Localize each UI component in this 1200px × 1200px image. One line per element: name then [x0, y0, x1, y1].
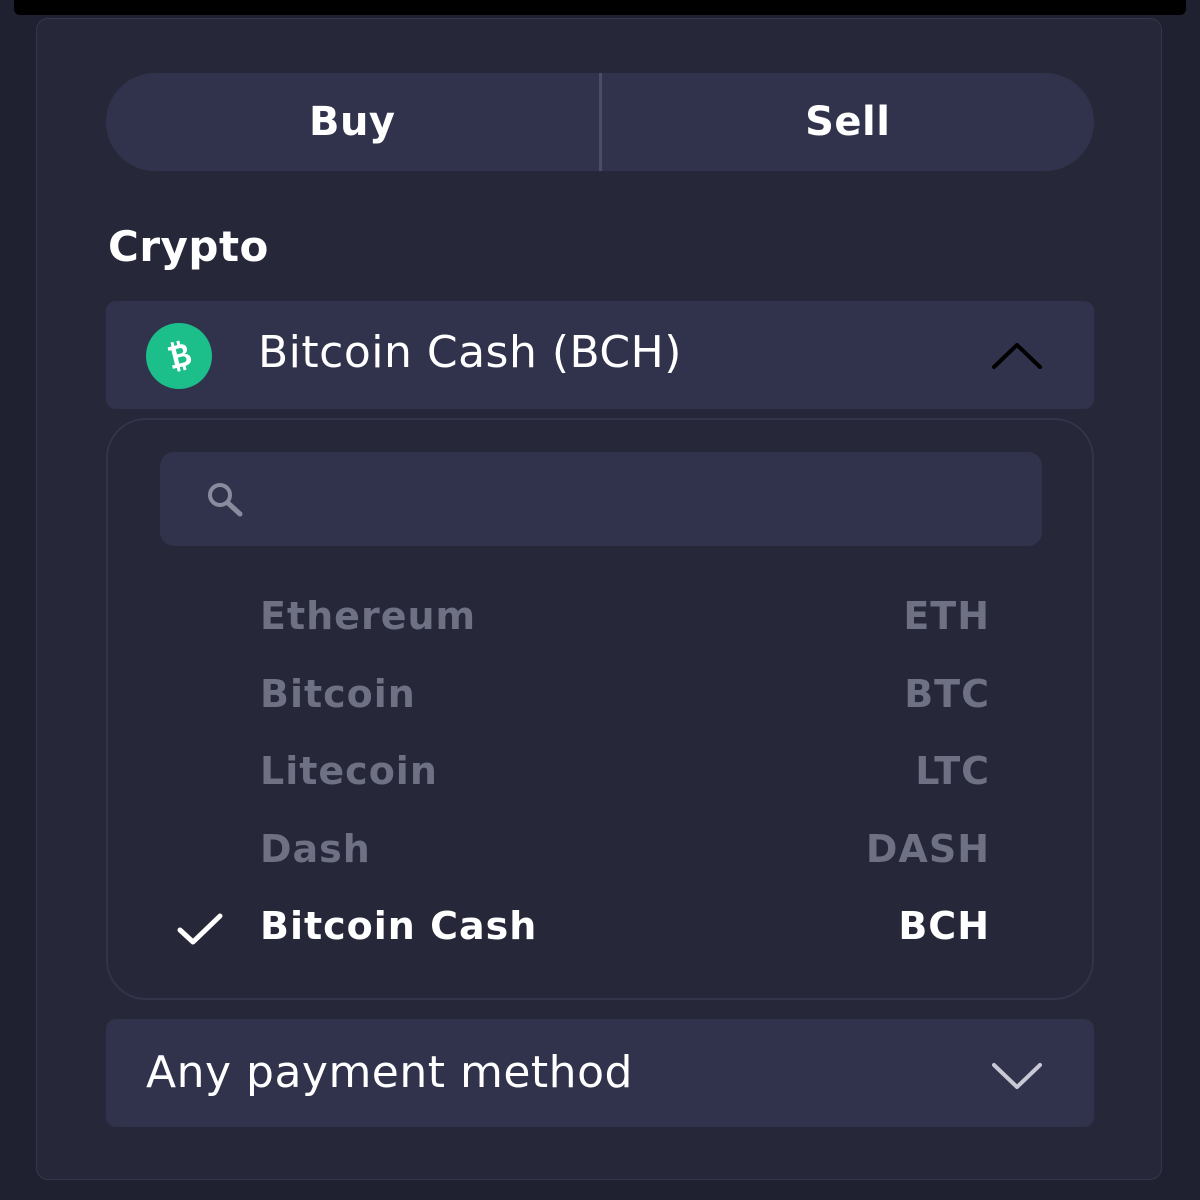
option-name: Bitcoin	[260, 672, 416, 716]
chevron-up-icon	[992, 343, 1042, 369]
option-name: Ethereum	[260, 594, 477, 638]
bitcoin-cash-logo-icon	[146, 323, 212, 389]
option-name: Litecoin	[260, 749, 438, 793]
top-bar	[14, 0, 1186, 15]
option-code: ETH	[903, 594, 990, 638]
list-item-litecoin[interactable]: Litecoin LTC	[108, 735, 1092, 813]
list-item-dash[interactable]: Dash DASH	[108, 813, 1092, 891]
crypto-search-box[interactable]	[160, 452, 1042, 548]
list-item-ethereum[interactable]: Ethereum ETH	[108, 580, 1092, 658]
buy-sell-toggle: Buy Sell	[106, 73, 1094, 171]
crypto-section-label: Crypto	[108, 222, 269, 271]
option-code: LTC	[915, 749, 990, 793]
list-item-bitcoin[interactable]: Bitcoin BTC	[108, 658, 1092, 736]
payment-method-label: Any payment method	[146, 1047, 633, 1098]
chevron-down-icon	[992, 1063, 1042, 1089]
sell-button[interactable]: Sell	[602, 73, 1095, 171]
option-name: Bitcoin Cash	[260, 904, 538, 948]
option-code: DASH	[865, 827, 990, 871]
search-icon	[208, 483, 243, 517]
list-item-bitcoin-cash[interactable]: Bitcoin Cash BCH	[108, 890, 1092, 968]
option-code: BTC	[904, 672, 990, 716]
buy-button[interactable]: Buy	[106, 73, 599, 171]
crypto-dropdown-list: Ethereum ETH Bitcoin BTC Litecoin LTC Da…	[106, 418, 1094, 1000]
option-code: BCH	[898, 904, 990, 948]
payment-method-select[interactable]: Any payment method	[106, 1019, 1094, 1127]
selected-crypto-label: Bitcoin Cash (BCH)	[258, 327, 682, 378]
checkmark-icon	[177, 913, 223, 945]
crypto-select[interactable]: Bitcoin Cash (BCH)	[106, 301, 1094, 409]
crypto-search-input[interactable]	[268, 452, 1032, 548]
option-name: Dash	[260, 827, 371, 871]
